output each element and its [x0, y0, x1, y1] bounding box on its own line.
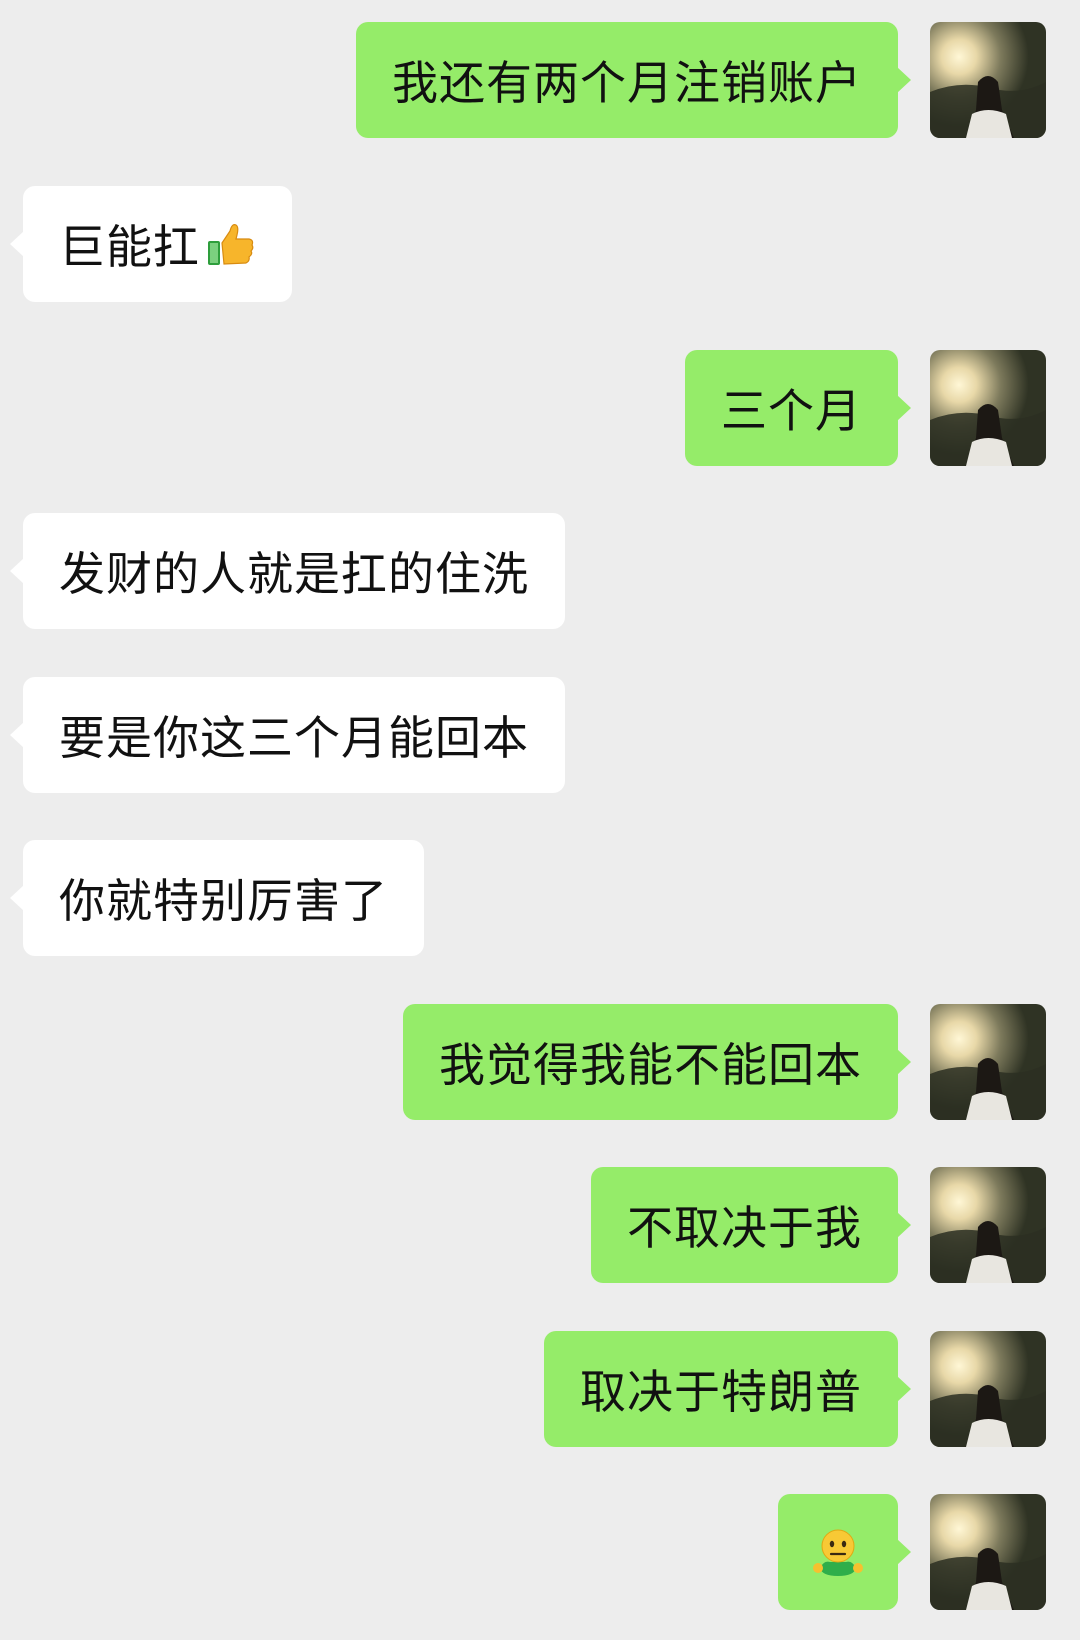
user-avatar[interactable]	[930, 22, 1046, 138]
message-row-incoming: 你就特别厉害了	[0, 840, 1080, 956]
message-row-outgoing	[0, 1494, 1080, 1610]
message-text: 我觉得我能不能回本	[439, 1038, 862, 1092]
message-text: 我还有两个月注销账户	[392, 56, 862, 110]
message-bubble[interactable]: 三个月	[685, 350, 911, 466]
message-text: 发财的人就是扛的住洗	[59, 547, 529, 601]
user-avatar[interactable]	[930, 1167, 1046, 1283]
message-bubble[interactable]: 巨能扛	[10, 186, 292, 302]
message-row-outgoing: 不取决于我	[0, 1167, 1080, 1283]
message-text: 不取决于我	[627, 1201, 862, 1255]
user-avatar[interactable]	[930, 1004, 1046, 1120]
shrugging-face-icon	[813, 1529, 863, 1576]
message-text: 巨能扛	[59, 220, 200, 274]
message-text: 三个月	[721, 384, 862, 438]
message-bubble[interactable]: 我觉得我能不能回本	[403, 1004, 911, 1120]
message-text: 你就特别厉害了	[59, 874, 388, 928]
message-row-outgoing: 我觉得我能不能回本	[0, 1004, 1080, 1120]
message-bubble[interactable]: 我还有两个月注销账户	[356, 22, 911, 138]
message-bubble[interactable]: 发财的人就是扛的住洗	[10, 513, 565, 629]
message-bubble[interactable]: 你就特别厉害了	[10, 840, 424, 956]
message-row-incoming: 巨能扛	[0, 186, 1080, 302]
message-row-incoming: 发财的人就是扛的住洗	[0, 513, 1080, 629]
message-bubble[interactable]	[778, 1494, 911, 1610]
user-avatar[interactable]	[930, 1331, 1046, 1447]
message-row-outgoing: 我还有两个月注销账户	[0, 22, 1080, 138]
chat-message-list[interactable]: 我还有两个月注销账户 巨能扛 三个月 发财的人就是扛的住洗 要是你这三个月能回本…	[0, 0, 1080, 1640]
user-avatar[interactable]	[930, 1494, 1046, 1610]
message-row-outgoing: 三个月	[0, 350, 1080, 466]
message-text: 要是你这三个月能回本	[59, 711, 529, 765]
message-bubble[interactable]: 要是你这三个月能回本	[10, 677, 565, 793]
message-text: 取决于特朗普	[580, 1365, 862, 1419]
thumbs-up-icon	[208, 224, 254, 265]
message-row-incoming: 要是你这三个月能回本	[0, 677, 1080, 793]
user-avatar[interactable]	[930, 350, 1046, 466]
message-row-outgoing: 取决于特朗普	[0, 1331, 1080, 1447]
message-bubble[interactable]: 取决于特朗普	[544, 1331, 911, 1447]
message-bubble[interactable]: 不取决于我	[591, 1167, 911, 1283]
